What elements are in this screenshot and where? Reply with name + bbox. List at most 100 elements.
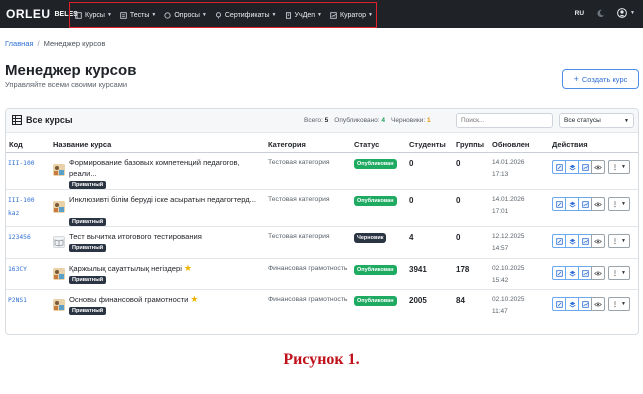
course-name[interactable]: Основы финансовой грамотности ★ bbox=[69, 294, 264, 305]
plus-icon: + bbox=[573, 74, 579, 84]
breadcrumb-home[interactable]: Главная bbox=[5, 39, 34, 48]
report-button[interactable] bbox=[578, 297, 592, 311]
col-course-name[interactable]: Название курса bbox=[53, 140, 111, 149]
course-code[interactable]: 123456 bbox=[8, 231, 38, 244]
more-actions-button[interactable]: ⋮ ▼ bbox=[608, 160, 630, 174]
modules-button[interactable] bbox=[565, 234, 579, 248]
menu-certificates-label: Сертификаты bbox=[224, 11, 270, 19]
edit-button[interactable] bbox=[552, 234, 566, 248]
table-row: 123456 Тест вычитка итогового тестирован… bbox=[6, 227, 638, 259]
course-thumbnail bbox=[53, 164, 65, 176]
row-actions: ⋮ ▼ bbox=[552, 266, 630, 280]
course-name[interactable]: Формирование базовых компетенций педагог… bbox=[69, 157, 264, 179]
modules-button[interactable] bbox=[565, 197, 579, 211]
col-updated[interactable]: Обновлен bbox=[492, 140, 529, 149]
report-button[interactable] bbox=[578, 197, 592, 211]
preview-button[interactable] bbox=[591, 160, 605, 174]
menu-courses-label: Курсы bbox=[85, 11, 105, 19]
preview-button[interactable] bbox=[591, 234, 605, 248]
status-badge: Опубликован bbox=[354, 196, 397, 206]
col-category[interactable]: Категория bbox=[268, 140, 306, 149]
course-category: Тестовая категория bbox=[268, 233, 330, 240]
figure-caption: Рисунок 1. bbox=[283, 351, 360, 368]
eye-icon bbox=[594, 302, 602, 306]
groups-count: 0 bbox=[456, 233, 461, 242]
row-actions: ⋮ ▼ bbox=[552, 160, 630, 174]
user-menu[interactable]: ▼ bbox=[617, 8, 635, 18]
report-button[interactable] bbox=[578, 234, 592, 248]
chevron-down-icon: ▼ bbox=[201, 12, 207, 18]
course-name[interactable]: Тест вычитка итогового тестирования bbox=[69, 231, 264, 242]
modules-button[interactable] bbox=[565, 297, 579, 311]
menu-uchdep[interactable]: УчДеп ▼ bbox=[285, 12, 322, 19]
course-code[interactable]: P2NS1 bbox=[8, 294, 38, 307]
star-icon: ★ bbox=[190, 294, 199, 304]
edit-button[interactable] bbox=[552, 266, 566, 280]
row-actions: ⋮ ▼ bbox=[552, 234, 630, 248]
eye-icon bbox=[594, 202, 602, 206]
layers-icon bbox=[568, 238, 576, 244]
table-row: III-100 Формирование базовых компетенций… bbox=[6, 153, 638, 190]
menu-certificates[interactable]: Сертификаты ▼ bbox=[215, 12, 277, 19]
course-code[interactable]: III-100kaz bbox=[8, 194, 38, 220]
chevron-down-icon: ▼ bbox=[630, 10, 635, 16]
status-badge: Опубликован bbox=[354, 296, 397, 306]
card-header: Все курсы Всего: 5 Опубликовано: 4 Черно… bbox=[6, 109, 638, 133]
course-category: Тестовая категория bbox=[268, 196, 330, 203]
col-code[interactable]: Код bbox=[9, 140, 23, 149]
preview-button[interactable] bbox=[591, 197, 605, 211]
edit-button[interactable] bbox=[552, 197, 566, 211]
private-badge: Приватный bbox=[69, 244, 107, 252]
course-category: Финансовая грамотность bbox=[268, 265, 348, 272]
more-actions-button[interactable]: ⋮ ▼ bbox=[608, 266, 630, 280]
status-filter-select[interactable]: Все статусы ▼ bbox=[559, 113, 634, 128]
moon-icon[interactable] bbox=[596, 9, 605, 18]
menu-tests[interactable]: Тесты ▼ bbox=[120, 12, 156, 19]
col-status[interactable]: Статус bbox=[354, 140, 379, 149]
status-badge: Черновик bbox=[354, 233, 387, 243]
modules-button[interactable] bbox=[565, 266, 579, 280]
menu-curator[interactable]: Куратор ▼ bbox=[330, 12, 373, 19]
list-icon bbox=[120, 11, 127, 19]
language-switch[interactable]: RU bbox=[575, 10, 584, 17]
course-category: Финансовая грамотность bbox=[268, 296, 348, 303]
more-actions-button[interactable]: ⋮ ▼ bbox=[608, 297, 630, 311]
course-code[interactable]: III-100 bbox=[8, 157, 38, 170]
course-name[interactable]: Қаржылық сауаттылық негіздері ★ bbox=[69, 263, 264, 274]
private-badge: Приватный bbox=[69, 276, 107, 284]
edit-button[interactable] bbox=[552, 160, 566, 174]
page-subtitle: Управляйте всеми своими курсами bbox=[5, 80, 128, 89]
create-course-button[interactable]: + Создать курс bbox=[562, 69, 639, 89]
private-badge: Приватный bbox=[69, 181, 107, 189]
edit-button[interactable] bbox=[552, 297, 566, 311]
private-badge: Приватный bbox=[69, 218, 107, 226]
brand[interactable]: ORLEU BELES bbox=[6, 7, 78, 21]
status-badge: Опубликован bbox=[354, 159, 397, 169]
more-actions-button[interactable]: ⋮ ▼ bbox=[608, 234, 630, 248]
user-circle-icon bbox=[617, 8, 627, 18]
courses-card: Все курсы Всего: 5 Опубликовано: 4 Черно… bbox=[5, 108, 639, 335]
course-name[interactable]: Инклюзивті білім беруді іске асыратын пе… bbox=[69, 194, 264, 205]
search-input[interactable] bbox=[456, 113, 553, 128]
col-students[interactable]: Студенты bbox=[409, 140, 446, 149]
menu-polls[interactable]: Опросы ▼ bbox=[164, 12, 207, 19]
preview-button[interactable] bbox=[591, 297, 605, 311]
report-button[interactable] bbox=[578, 160, 592, 174]
status-badge: Опубликован bbox=[354, 265, 397, 275]
groups-count: 0 bbox=[456, 159, 461, 168]
table-icon bbox=[12, 115, 22, 125]
preview-button[interactable] bbox=[591, 266, 605, 280]
modules-button[interactable] bbox=[565, 160, 579, 174]
brand-logo[interactable]: ORLEU bbox=[6, 7, 51, 21]
col-groups[interactable]: Группы bbox=[456, 140, 484, 149]
course-thumbnail bbox=[53, 201, 65, 213]
course-thumbnail bbox=[53, 268, 65, 280]
more-actions-button[interactable]: ⋮ ▼ bbox=[608, 197, 630, 211]
menu-courses[interactable]: Курсы ▼ bbox=[75, 12, 112, 19]
edit-icon bbox=[555, 300, 563, 308]
report-button[interactable] bbox=[578, 266, 592, 280]
course-code[interactable]: 163CY bbox=[8, 263, 38, 276]
eye-icon bbox=[594, 239, 602, 243]
more-vertical-icon: ⋮ bbox=[612, 301, 619, 308]
edit-icon bbox=[555, 237, 563, 245]
